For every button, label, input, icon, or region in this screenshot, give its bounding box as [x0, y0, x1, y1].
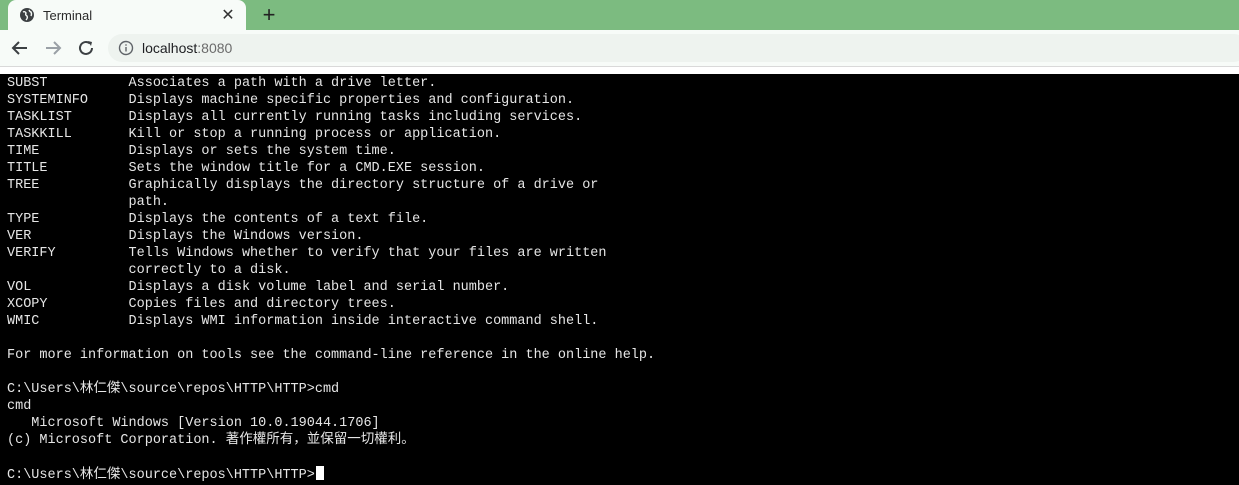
terminal-line: TASKKILL Kill or stop a running process …	[7, 127, 502, 142]
terminal-line: correctly to a disk.	[7, 263, 291, 278]
page-top-margin	[0, 67, 1239, 74]
text-cursor	[315, 466, 324, 480]
browser-toolbar: localhost:8080	[0, 30, 1239, 67]
terminal-line: For more information on tools see the co…	[7, 348, 656, 363]
terminal-line: cmd	[7, 399, 32, 414]
terminal-line: VERIFY Tells Windows whether to verify t…	[7, 246, 607, 261]
terminal-line: TASKLIST Displays all currently running …	[7, 110, 583, 125]
terminal-line: TYPE Displays the contents of a text fil…	[7, 212, 429, 227]
address-port: :8080	[197, 40, 233, 56]
tab-terminal[interactable]: Terminal ✕	[8, 0, 246, 30]
close-icon[interactable]: ✕	[218, 5, 238, 25]
terminal-output[interactable]: SUBST Associates a path with a drive let…	[0, 74, 1239, 485]
terminal-prompt: C:\Users\林仁傑\source\repos\HTTP\HTTP>	[7, 468, 315, 483]
terminal-line: SUBST Associates a path with a drive let…	[7, 76, 437, 91]
terminal-line: VER Displays the Windows version.	[7, 229, 364, 244]
terminal-line: TITLE Sets the window title for a CMD.EX…	[7, 161, 485, 176]
terminal-line: VOL Displays a disk volume label and ser…	[7, 280, 510, 295]
info-icon[interactable]	[118, 40, 134, 56]
terminal-prompt-line[interactable]: C:\Users\林仁傑\source\repos\HTTP\HTTP>	[7, 466, 324, 483]
address-url: localhost:8080	[142, 40, 232, 56]
address-bar[interactable]: localhost:8080	[108, 34, 1239, 62]
address-host: localhost	[142, 40, 198, 56]
tab-strip: Terminal ✕ +	[0, 0, 1239, 30]
new-tab-button[interactable]: +	[257, 3, 281, 27]
terminal-line: TIME Displays or sets the system time.	[7, 144, 396, 159]
terminal-line: TREE Graphically displays the directory …	[7, 178, 599, 193]
terminal-line: path.	[7, 195, 170, 210]
terminal-line: XCOPY Copies files and directory trees.	[7, 297, 396, 312]
reload-icon[interactable]	[74, 36, 98, 60]
arrow-left-icon[interactable]	[8, 36, 32, 60]
tab-title: Terminal	[43, 7, 93, 23]
terminal-line: WMIC Displays WMI information inside int…	[7, 314, 599, 329]
terminal-line: SYSTEMINFO Displays machine specific pro…	[7, 93, 575, 108]
terminal-line: (c) Microsoft Corporation. 著作權所有，並保留一切權利…	[7, 433, 415, 448]
terminal-line: C:\Users\林仁傑\source\repos\HTTP\HTTP>cmd	[7, 382, 340, 397]
arrow-right-icon[interactable]	[41, 36, 65, 60]
globe-icon	[19, 7, 35, 23]
terminal-line: Microsoft Windows [Version 10.0.19044.17…	[7, 416, 380, 431]
